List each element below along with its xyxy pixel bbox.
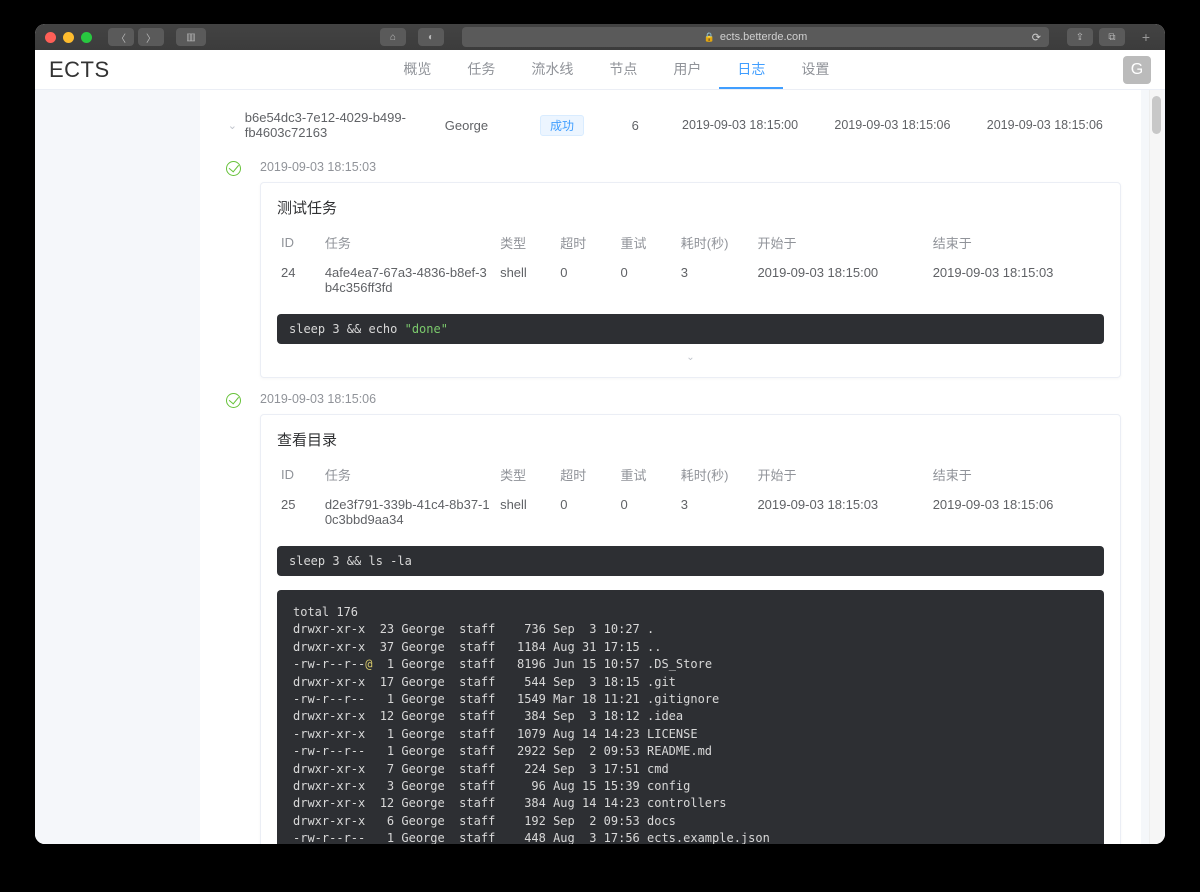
cell: 2019-09-03 18:15:00 (753, 260, 928, 300)
step-title: 查看目录 (277, 429, 1104, 450)
home-button[interactable]: ⌂ (380, 28, 406, 46)
window-controls (45, 32, 92, 43)
cell: 25 (277, 492, 321, 532)
sidebar-toggle-button[interactable]: ▥ (176, 28, 206, 46)
col-header: ID (277, 460, 321, 492)
run-ts1: 2019-09-03 18:15:00 (664, 118, 816, 132)
tabs-button[interactable]: ⧉ (1099, 28, 1125, 46)
col-header: 类型 (496, 460, 556, 492)
scrollbar[interactable] (1149, 90, 1163, 844)
reload-icon[interactable]: ⟳ (1032, 31, 1041, 44)
new-tab-button[interactable]: + (1137, 28, 1155, 46)
run-summary-row[interactable]: ⌄ b6e54dc3-7e12-4029-b499-fb4603c72163 G… (220, 104, 1121, 146)
table-row: 25d2e3f791-339b-41c4-8b37-10c3bbd9aa34sh… (277, 492, 1104, 532)
lock-icon: 🔒 (704, 32, 715, 43)
chevron-down-icon[interactable]: ⌄ (220, 119, 245, 132)
step-timestamp: 2019-09-03 18:15:06 (260, 392, 1121, 406)
left-gutter (35, 90, 200, 844)
col-header: 超时 (556, 228, 616, 260)
cell: 0 (556, 492, 616, 532)
col-header: 结束于 (929, 228, 1104, 260)
nav-item-5[interactable]: 日志 (719, 50, 783, 89)
main-column: ⌄ b6e54dc3-7e12-4029-b499-fb4603c72163 G… (200, 90, 1141, 844)
col-header: 重试 (617, 228, 677, 260)
cell: d2e3f791-339b-41c4-8b37-10c3bbd9aa34 (321, 492, 496, 532)
terminal-output: total 176drwxr-xr-x 23 George staff 736 … (277, 590, 1104, 844)
step-block: 2019-09-03 18:15:06 查看目录 ID任务类型超时重试耗时(秒)开始… (220, 392, 1121, 844)
col-header: 耗时(秒) (677, 460, 754, 492)
cell: shell (496, 492, 556, 532)
nav-item-2[interactable]: 流水线 (513, 50, 591, 89)
content-area: ⌄ b6e54dc3-7e12-4029-b499-fb4603c72163 G… (35, 90, 1165, 844)
step-timestamp: 2019-09-03 18:15:03 (260, 160, 1121, 174)
step-block: 2019-09-03 18:15:03 测试任务 ID任务类型超时重试耗时(秒)开始… (220, 160, 1121, 378)
nav-item-4[interactable]: 用户 (655, 50, 719, 89)
share-button[interactable]: ⇪ (1067, 28, 1093, 46)
col-header: 超时 (556, 460, 616, 492)
run-hash: b6e54dc3-7e12-4029-b499-fb4603c72163 (245, 110, 445, 140)
app-header: ECTS 概览任务流水线节点用户日志设置 G (35, 50, 1165, 90)
col-header: 类型 (496, 228, 556, 260)
cell: 0 (556, 260, 616, 300)
run-ts2: 2019-09-03 18:15:06 (816, 118, 968, 132)
col-header: 开始于 (753, 460, 928, 492)
scroll-thumb[interactable] (1152, 96, 1161, 134)
cell: 0 (617, 492, 677, 532)
col-header: 任务 (321, 460, 496, 492)
avatar[interactable]: G (1123, 56, 1151, 84)
nav-item-6[interactable]: 设置 (783, 50, 847, 89)
cell: 2019-09-03 18:15:06 (929, 492, 1104, 532)
step-card: 测试任务ID任务类型超时重试耗时(秒)开始于结束于244afe4ea7-67a3… (260, 182, 1121, 378)
minimize-window-icon[interactable] (63, 32, 74, 43)
col-header: 结束于 (929, 460, 1104, 492)
close-window-icon[interactable] (45, 32, 56, 43)
privacy-button[interactable]: ◐ (418, 28, 444, 46)
history-nav: 〈 〉 (108, 28, 164, 46)
cell: 3 (677, 260, 754, 300)
table-row: 244afe4ea7-67a3-4836-b8ef-3b4c356ff3fdsh… (277, 260, 1104, 300)
command-bar: sleep 3 && ls -la (277, 546, 1104, 576)
col-header: ID (277, 228, 321, 260)
run-user: George (445, 118, 540, 133)
step-card: 查看目录ID任务类型超时重试耗时(秒)开始于结束于25d2e3f791-339b… (260, 414, 1121, 844)
url-text: ects.betterde.com (720, 31, 807, 43)
maximize-window-icon[interactable] (81, 32, 92, 43)
command-bar: sleep 3 && echo "done" (277, 314, 1104, 344)
cell: 2019-09-03 18:15:03 (753, 492, 928, 532)
cell: 3 (677, 492, 754, 532)
address-bar[interactable]: 🔒 ects.betterde.com ⟳ (462, 27, 1049, 47)
main-nav: 概览任务流水线节点用户日志设置 (385, 50, 847, 89)
forward-button[interactable]: 〉 (138, 28, 164, 46)
success-icon (226, 393, 241, 408)
cell: 0 (617, 260, 677, 300)
back-button[interactable]: 〈 (108, 28, 134, 46)
nav-item-1[interactable]: 任务 (449, 50, 513, 89)
cell: 4afe4ea7-67a3-4836-b8ef-3b4c356ff3fd (321, 260, 496, 300)
col-header: 任务 (321, 228, 496, 260)
col-header: 开始于 (753, 228, 928, 260)
cell: 24 (277, 260, 321, 300)
cell: shell (496, 260, 556, 300)
run-ts3: 2019-09-03 18:15:06 (969, 118, 1121, 132)
success-icon (226, 161, 241, 176)
titlebar: 〈 〉 ▥ ⌂ ◐ 🔒 ects.betterde.com ⟳ ⇪ ⧉ + (35, 24, 1165, 50)
cell: 2019-09-03 18:15:03 (929, 260, 1104, 300)
browser-window: 〈 〉 ▥ ⌂ ◐ 🔒 ects.betterde.com ⟳ ⇪ ⧉ + EC… (35, 24, 1165, 844)
col-header: 重试 (617, 460, 677, 492)
run-count: 6 (607, 118, 664, 133)
run-status: 成功 (540, 115, 607, 136)
nav-item-3[interactable]: 节点 (591, 50, 655, 89)
status-badge: 成功 (540, 115, 584, 136)
col-header: 耗时(秒) (677, 228, 754, 260)
brand: ECTS (49, 57, 110, 83)
expand-icon[interactable]: ⌄ (277, 344, 1104, 363)
step-title: 测试任务 (277, 197, 1104, 218)
nav-item-0[interactable]: 概览 (385, 50, 449, 89)
